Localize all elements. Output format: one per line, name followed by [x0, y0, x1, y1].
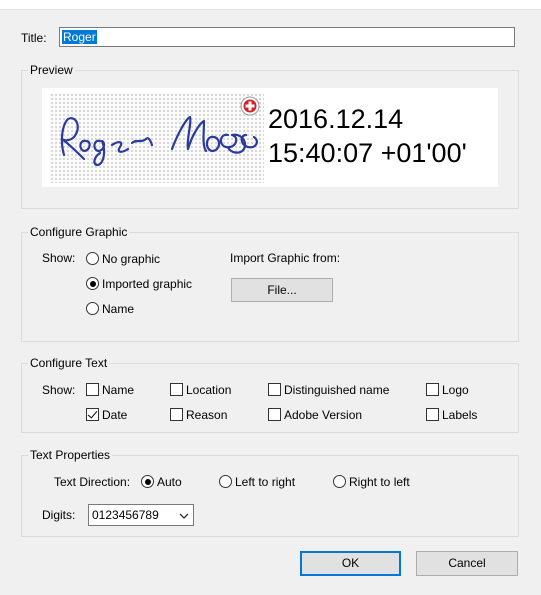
distinguished-name-checkbox[interactable] [268, 383, 281, 396]
signature-preview: 2016.12.14 15:40:07 +01'00' [42, 88, 498, 187]
file-button[interactable]: File... [231, 278, 333, 302]
title-input-value: Roger [62, 30, 97, 44]
adobe-version-checkbox[interactable] [268, 408, 281, 421]
direction-auto-radio[interactable] [141, 475, 154, 488]
chevron-down-icon [179, 510, 189, 520]
title-bar-strip [0, 0, 541, 10]
logo-checkbox-label[interactable]: Logo [442, 383, 469, 397]
import-graphic-label: Import Graphic from: [230, 251, 341, 265]
imported-graphic-radio[interactable] [86, 277, 99, 290]
configure-text-legend: Configure Text [28, 356, 110, 370]
location-checkbox-label[interactable]: Location [186, 383, 231, 397]
title-label: Title: [21, 31, 47, 45]
ok-button[interactable]: OK [300, 551, 401, 576]
reason-checkbox-label[interactable]: Reason [186, 408, 227, 422]
date-checkbox-label[interactable]: Date [102, 408, 127, 422]
name-checkbox-label[interactable]: Name [102, 383, 134, 397]
digits-label: Digits: [42, 508, 76, 522]
digits-select[interactable]: 0123456789 [88, 504, 194, 526]
logo-checkbox[interactable] [426, 383, 439, 396]
reason-checkbox[interactable] [170, 408, 183, 421]
name-checkbox[interactable] [86, 383, 99, 396]
date-checkbox[interactable] [86, 408, 99, 421]
text-show-label: Show: [42, 383, 76, 397]
direction-auto-label[interactable]: Auto [157, 475, 182, 489]
digits-select-value: 0123456789 [92, 508, 159, 522]
no-graphic-label[interactable]: No graphic [102, 252, 160, 266]
labels-checkbox[interactable] [426, 408, 439, 421]
graphic-show-label: Show: [42, 251, 76, 265]
labels-checkbox-label[interactable]: Labels [442, 408, 477, 422]
name-graphic-label[interactable]: Name [102, 302, 134, 316]
configure-text-group [21, 363, 519, 433]
distinguished-name-checkbox-label[interactable]: Distinguished name [284, 383, 389, 397]
direction-ltr-radio[interactable] [219, 475, 232, 488]
preview-date-text: 2016.12.14 15:40:07 +01'00' [268, 102, 467, 170]
preview-date-line: 2016.12.14 [268, 104, 404, 134]
direction-rtl-radio[interactable] [333, 475, 346, 488]
text-direction-label: Text Direction: [54, 475, 131, 489]
direction-ltr-label[interactable]: Left to right [235, 475, 295, 489]
adobe-version-checkbox-label[interactable]: Adobe Version [284, 408, 362, 422]
preview-time-line: 15:40:07 +01'00' [268, 138, 467, 168]
title-input[interactable]: Roger [59, 27, 515, 47]
direction-rtl-label[interactable]: Right to left [349, 475, 410, 489]
preview-legend: Preview [28, 63, 75, 77]
location-checkbox[interactable] [170, 383, 183, 396]
imported-graphic-label[interactable]: Imported graphic [102, 277, 192, 291]
certified-badge-icon [240, 96, 260, 116]
name-graphic-radio[interactable] [86, 302, 99, 315]
text-properties-legend: Text Properties [28, 448, 113, 462]
handwritten-signature [50, 93, 264, 183]
no-graphic-radio[interactable] [86, 252, 99, 265]
configure-graphic-legend: Configure Graphic [28, 225, 130, 239]
cancel-button[interactable]: Cancel [416, 551, 518, 576]
